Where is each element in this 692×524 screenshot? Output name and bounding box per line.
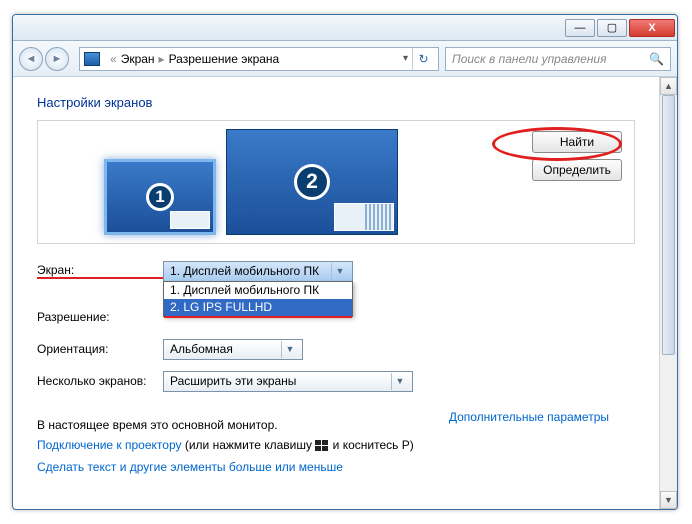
orientation-value: Альбомная [170, 342, 233, 356]
resolution-label: Разрешение: [37, 310, 163, 324]
minimize-button[interactable]: — [565, 19, 595, 37]
monitor-1-number: 1 [146, 183, 174, 211]
address-dropdown-icon[interactable]: ▾ [403, 53, 408, 64]
refresh-button[interactable]: ↻ [412, 48, 434, 70]
screen-label: Экран: [37, 263, 163, 279]
orientation-label: Ориентация: [37, 342, 163, 356]
nav-back-button[interactable]: ◄ [19, 47, 43, 71]
projector-hint-a: (или нажмите клавишу [182, 438, 316, 452]
find-button[interactable]: Найти [532, 131, 622, 153]
monitor-2-taskbar [334, 203, 394, 231]
page-heading: Настройки экранов [37, 95, 635, 110]
chevron-down-icon: ▼ [391, 373, 408, 390]
content-body: Настройки экранов 1 2 [13, 77, 677, 509]
multi-combo[interactable]: Расширить эти экраны ▼ [163, 371, 413, 392]
screen-dropdown: 1. Дисплей мобильного ПК 2. LG IPS FULLH… [163, 281, 353, 317]
orientation-combo[interactable]: Альбомная ▼ [163, 339, 303, 360]
chevron-down-icon: ▼ [281, 341, 298, 358]
nav-forward-button[interactable]: ► [45, 47, 69, 71]
vertical-scrollbar[interactable]: ▲ ▼ [659, 77, 677, 509]
close-button[interactable]: X [629, 19, 675, 37]
content-area: Настройки экранов 1 2 [13, 77, 659, 509]
monitor-icon [84, 52, 100, 66]
monitor-2[interactable]: 2 [226, 129, 398, 235]
scroll-thumb[interactable] [662, 95, 675, 355]
primary-monitor-info: В настоящее время это основной монитор. [37, 418, 278, 432]
text-size-link[interactable]: Сделать текст и другие элементы больше и… [37, 460, 343, 474]
annotation-underline [164, 316, 352, 318]
breadcrumb-sep: « [110, 52, 117, 66]
monitor-1-taskbar [170, 211, 210, 229]
projector-link[interactable]: Подключение к проектору [37, 438, 182, 452]
settings-form: Экран: 1. Дисплей мобильного ПК ▼ 1. Дис… [37, 258, 635, 474]
scroll-down-button[interactable]: ▼ [660, 491, 677, 509]
breadcrumb-arrow: ▸ [159, 52, 165, 66]
multi-value: Расширить эти экраны [170, 374, 296, 388]
windows-key-icon [315, 440, 329, 452]
breadcrumb-1[interactable]: Экран [121, 52, 155, 66]
screen-option-1[interactable]: 1. Дисплей мобильного ПК [164, 282, 352, 299]
monitor-2-number: 2 [294, 164, 330, 200]
titlebar: — ▢ X [13, 15, 677, 41]
multi-label: Несколько экранов: [37, 374, 163, 388]
projector-hint-b: и коснитесь P) [329, 438, 413, 452]
address-bar[interactable]: « Экран ▸ Разрешение экрана ▾ ↻ [79, 47, 439, 71]
maximize-button[interactable]: ▢ [597, 19, 627, 37]
search-input[interactable]: Поиск в панели управления 🔍 [445, 47, 671, 71]
breadcrumb-2[interactable]: Разрешение экрана [169, 52, 280, 66]
scroll-up-button[interactable]: ▲ [660, 77, 677, 95]
screen-option-2[interactable]: 2. LG IPS FULLHD [164, 299, 352, 316]
search-icon: 🔍 [649, 52, 664, 66]
identify-button[interactable]: Определить [532, 159, 622, 181]
navbar: ◄ ► « Экран ▸ Разрешение экрана ▾ ↻ Поис… [13, 41, 677, 77]
search-placeholder: Поиск в панели управления [452, 52, 607, 66]
advanced-params-link[interactable]: Дополнительные параметры [449, 410, 609, 424]
control-panel-window: — ▢ X ◄ ► « Экран ▸ Разрешение экрана ▾ … [12, 14, 678, 510]
screen-combo[interactable]: 1. Дисплей мобильного ПК ▼ [163, 261, 353, 282]
monitor-1[interactable]: 1 [104, 159, 216, 235]
monitors-panel: 1 2 Найти Определить [37, 120, 635, 244]
chevron-down-icon: ▼ [331, 263, 348, 280]
screen-combo-value: 1. Дисплей мобильного ПК [170, 264, 319, 278]
